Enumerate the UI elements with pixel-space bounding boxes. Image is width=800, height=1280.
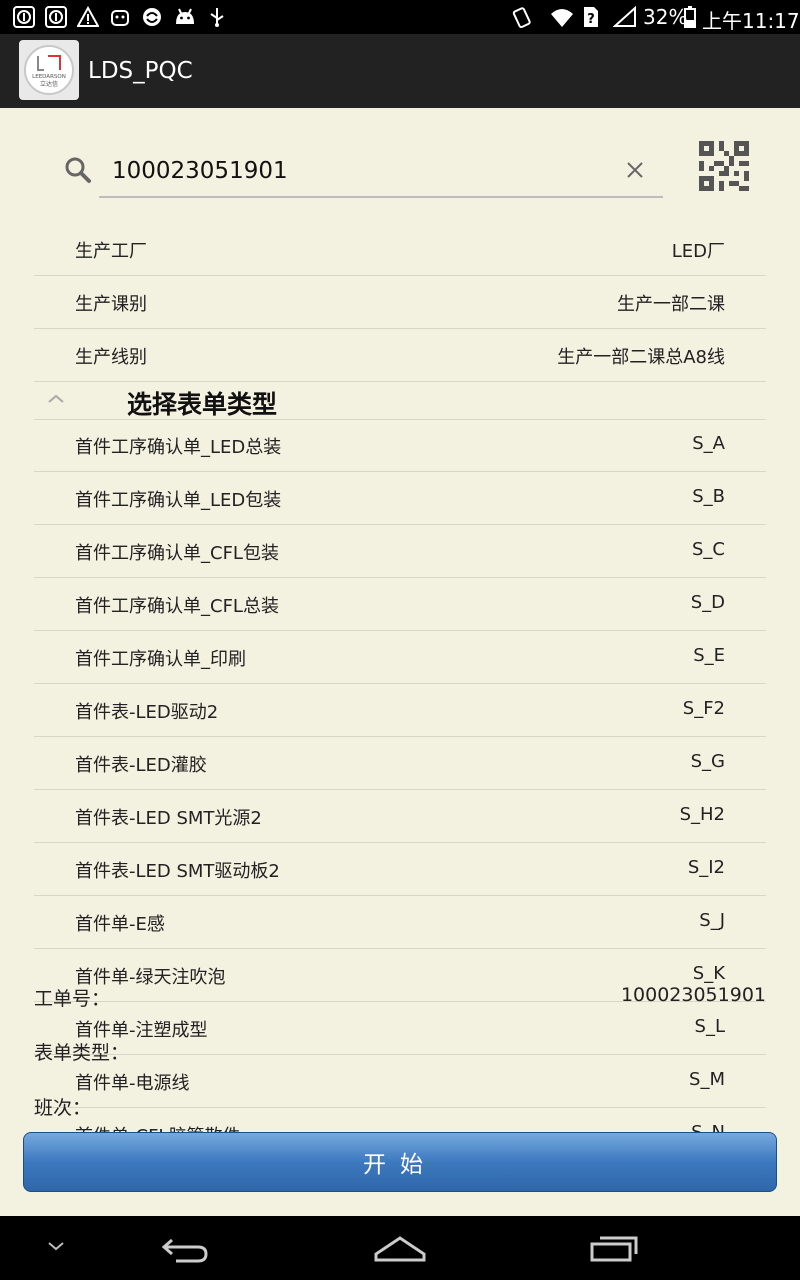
app-title: LDS_PQC <box>88 58 193 84</box>
recent-apps-icon[interactable] <box>588 1232 640 1270</box>
form-type-label: 首件工序确认单_LED包装 <box>75 490 282 511</box>
form-type-code: S_J <box>699 910 725 931</box>
info-row-line: 生产线别 生产一部二课总A8线 <box>34 329 766 382</box>
svg-text:立达信: 立达信 <box>40 80 58 88</box>
form-type-item[interactable]: 首件工序确认单_LED包装 S_B <box>34 472 766 525</box>
form-type-code: S_E <box>693 645 725 666</box>
row-label: 生产课别 <box>75 294 147 315</box>
warning-icon <box>76 6 100 28</box>
info-notification-icon <box>44 6 68 28</box>
signal-icon <box>612 6 638 28</box>
battery-percent: 32% <box>643 5 688 29</box>
info-row-section: 生产课别 生产一部二课 <box>34 276 766 329</box>
robot-icon <box>108 6 132 28</box>
usb-icon <box>206 6 228 28</box>
form-type-label-summary: 表单类型： <box>34 1042 130 1064</box>
form-type-code: S_D <box>690 592 725 613</box>
form-type-label: 首件单-电源线 <box>75 1073 190 1094</box>
back-icon[interactable] <box>160 1232 212 1270</box>
search-icon <box>64 156 92 188</box>
clock: 上午11:17 <box>702 9 800 33</box>
form-type-code: S_G <box>690 751 725 772</box>
search-input[interactable]: 100023051901 <box>99 148 663 198</box>
wifi-icon <box>548 6 576 28</box>
form-type-item[interactable]: 首件表-LED灌胶 S_G <box>34 737 766 790</box>
form-type-label: 首件表-LED SMT驱动板2 <box>75 861 280 882</box>
leedarson-logo-icon: LEEDARSON 立达信 <box>24 45 74 95</box>
form-type-code: S_F2 <box>682 698 725 719</box>
form-type-item[interactable]: 首件工序确认单_LED总装 S_A <box>34 419 766 472</box>
start-button[interactable]: 开始 <box>23 1132 777 1192</box>
form-type-item[interactable]: 首件表-LED驱动2 S_F2 <box>34 684 766 737</box>
form-type-code: S_B <box>692 486 725 507</box>
status-bar: ? 32% 上午11:17 <box>0 0 800 34</box>
row-value: 生产一部二课 <box>617 294 725 315</box>
form-type-code: S_C <box>692 539 725 560</box>
sync-icon <box>140 6 164 28</box>
close-icon[interactable] <box>625 160 645 184</box>
search-input-value: 100023051901 <box>112 158 288 184</box>
sim-unknown-icon: ? <box>582 6 600 28</box>
row-label: 生产线别 <box>75 347 147 368</box>
row-value: 生产一部二课总A8线 <box>557 347 725 368</box>
form-type-section-header[interactable]: 选择表单类型 <box>34 381 766 420</box>
screen-rotate-icon <box>510 6 534 28</box>
row-value: LED厂 <box>671 241 725 262</box>
form-type-label: 首件工序确认单_CFL总装 <box>75 596 279 617</box>
info-notification-icon <box>12 6 36 28</box>
app-logo[interactable]: LEEDARSON 立达信 <box>19 40 79 100</box>
battery-charging-icon <box>683 6 697 28</box>
form-type-code: S_L <box>694 1016 725 1037</box>
info-row-factory: 生产工厂 LED厂 <box>34 223 766 276</box>
form-type-label: 首件表-LED驱动2 <box>75 702 219 723</box>
form-type-label: 首件工序确认单_LED总装 <box>75 437 282 458</box>
form-type-code: S_K <box>692 963 725 984</box>
section-title: 选择表单类型 <box>127 390 278 419</box>
form-type-item[interactable]: 首件工序确认单_印刷 S_E <box>34 631 766 684</box>
work-order-label: 工单号： <box>34 988 111 1010</box>
form-type-label: 首件工序确认单_印刷 <box>75 649 246 670</box>
form-type-item[interactable]: 首件工序确认单_CFL总装 S_D <box>34 578 766 631</box>
form-type-label: 首件表-LED灌胶 <box>75 755 207 776</box>
form-type-label: 首件表-LED SMT光源2 <box>75 808 262 829</box>
form-type-item[interactable]: 首件单-电源线 S_M <box>34 1055 766 1108</box>
qr-code-scan-icon[interactable] <box>699 141 749 195</box>
form-type-item[interactable]: 首件工序确认单_CFL包装 S_C <box>34 525 766 578</box>
svg-text:?: ? <box>587 12 595 27</box>
form-type-item[interactable]: 首件单-注塑成型 S_L <box>34 1002 766 1055</box>
form-type-label: 首件工序确认单_CFL包装 <box>75 543 279 564</box>
form-type-item[interactable]: 首件单-E感 S_J <box>34 896 766 949</box>
chevron-up-icon[interactable] <box>46 391 66 410</box>
form-type-code: S_I2 <box>687 857 725 878</box>
form-type-item[interactable]: 首件表-LED SMT光源2 S_H2 <box>34 790 766 843</box>
navigation-bar <box>0 1216 800 1280</box>
shift-label: 班次： <box>34 1097 92 1119</box>
svg-text:LEEDARSON: LEEDARSON <box>32 74 66 80</box>
form-type-code: S_M <box>689 1069 725 1090</box>
android-icon <box>172 6 198 28</box>
form-type-label: 首件单-E感 <box>75 914 165 935</box>
action-bar: LEEDARSON 立达信 LDS_PQC <box>0 34 800 108</box>
home-icon[interactable] <box>372 1232 428 1270</box>
main-content: 100023051901 生产工厂 LED厂 生产课别 生产一部二课 生产线别 … <box>0 108 800 1216</box>
hide-keyboard-icon[interactable] <box>44 1238 68 1258</box>
form-type-code: S_H2 <box>679 804 725 825</box>
work-order-value: 100023051901 <box>620 984 766 1006</box>
form-type-code: S_A <box>692 433 725 454</box>
row-label: 生产工厂 <box>75 241 147 262</box>
form-type-item[interactable]: 首件表-LED SMT驱动板2 S_I2 <box>34 843 766 896</box>
